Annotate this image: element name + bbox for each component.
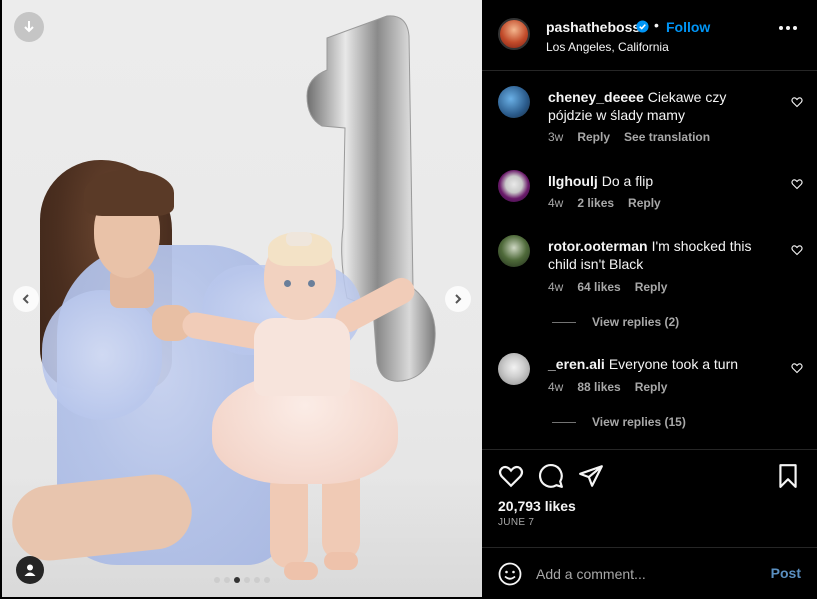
- commenter-avatar[interactable]: [498, 170, 530, 202]
- heart-icon[interactable]: [498, 463, 524, 489]
- comment-likes[interactable]: 64 likes: [577, 280, 620, 294]
- chevron-left-icon: [22, 294, 29, 304]
- carousel-dot: [224, 577, 230, 583]
- share-icon[interactable]: [578, 463, 604, 489]
- user-tags-button[interactable]: [16, 556, 44, 584]
- post-side-panel: pashatheboss • Follow Los Angeles, Calif…: [482, 0, 817, 599]
- comment-username[interactable]: cheney_deeee: [548, 89, 644, 105]
- comment-meta: 4w 64 likes Reply: [548, 280, 667, 294]
- carousel-dot: [254, 577, 260, 583]
- comment-time: 4w: [548, 380, 564, 394]
- baby-foot-left: [284, 562, 318, 580]
- author-avatar[interactable]: [498, 18, 530, 50]
- carousel-dot: [264, 577, 270, 583]
- heart-icon[interactable]: [791, 178, 803, 190]
- comment-username[interactable]: rotor.ooterman: [548, 238, 648, 254]
- header-separator: •: [654, 17, 659, 33]
- post-actions: 20,793 likes JUNE 7: [482, 449, 817, 546]
- bookmark-icon[interactable]: [775, 463, 801, 489]
- comment-text-block: cheney_deeee Ciekawe czy pójdzie w ślady …: [548, 88, 774, 124]
- replies-divider-line: [552, 421, 576, 423]
- post-photo[interactable]: [2, 0, 482, 597]
- carousel-next-button[interactable]: [445, 286, 471, 312]
- author-username[interactable]: pashatheboss: [546, 19, 640, 35]
- reply-button[interactable]: Reply: [635, 380, 668, 394]
- follow-button[interactable]: Follow: [666, 19, 710, 35]
- view-replies-label: View replies (2): [592, 315, 680, 329]
- comment-text-block: _eren.ali Everyone took a turn: [548, 355, 774, 373]
- download-icon: [24, 21, 34, 33]
- commenter-avatar[interactable]: [498, 86, 530, 118]
- comment-time: 3w: [548, 130, 564, 144]
- reply-button[interactable]: Reply: [628, 196, 661, 210]
- comment-icon[interactable]: [538, 463, 564, 489]
- comment-username[interactable]: _eren.ali: [548, 356, 605, 372]
- post-date: JUNE 7: [498, 517, 535, 528]
- commenter-avatar[interactable]: [498, 353, 530, 385]
- post-comment-button[interactable]: Post: [771, 565, 801, 581]
- baby-eye-right: [308, 280, 315, 287]
- more-options-icon[interactable]: [779, 26, 797, 30]
- comment-input[interactable]: [536, 562, 756, 586]
- comments-list[interactable]: cheney_deeee Ciekawe czy pójdzie w ślady …: [482, 72, 817, 448]
- heart-icon[interactable]: [791, 96, 803, 108]
- comment-meta: 4w 2 likes Reply: [548, 196, 661, 210]
- comment-text: Do a flip: [601, 173, 654, 189]
- add-comment-bar: Post: [482, 547, 817, 599]
- baby-eye-left: [284, 280, 291, 287]
- baby-bow: [286, 232, 312, 246]
- comment-text: Everyone took a turn: [608, 356, 739, 372]
- carousel-prev-button[interactable]: [13, 286, 39, 312]
- carousel-dot: [244, 577, 250, 583]
- baby-foot-right: [324, 552, 358, 570]
- emoji-icon[interactable]: [498, 562, 522, 586]
- view-replies-button[interactable]: View replies (15): [552, 415, 686, 429]
- reply-button[interactable]: Reply: [577, 130, 610, 144]
- download-button[interactable]: [14, 12, 44, 42]
- comment-username[interactable]: llghoulj: [548, 173, 598, 189]
- comment-time: 4w: [548, 196, 564, 210]
- post-location[interactable]: Los Angeles, California: [546, 40, 669, 54]
- woman-bangs: [84, 170, 174, 216]
- heart-icon[interactable]: [791, 244, 803, 256]
- comment-meta: 4w 88 likes Reply: [548, 380, 667, 394]
- comment-likes[interactable]: 2 likes: [577, 196, 614, 210]
- carousel-dot: [214, 577, 220, 583]
- view-replies-label: View replies (15): [592, 415, 686, 429]
- replies-divider-line: [552, 321, 576, 323]
- comment-time: 4w: [548, 280, 564, 294]
- comment-meta: 3w Reply See translation: [548, 130, 710, 144]
- view-replies-button[interactable]: View replies (2): [552, 315, 679, 329]
- reply-button[interactable]: Reply: [635, 280, 668, 294]
- carousel-indicator: [214, 577, 270, 583]
- comment-text-block: llghoulj Do a flip: [548, 172, 774, 190]
- commenter-avatar[interactable]: [498, 235, 530, 267]
- user-tag-icon: [24, 564, 36, 576]
- see-translation-button[interactable]: See translation: [624, 130, 710, 144]
- comment-likes[interactable]: 88 likes: [577, 380, 620, 394]
- baby-top: [254, 318, 350, 396]
- comment-text-block: rotor.ooterman I'm shocked this child isn…: [548, 237, 774, 273]
- heart-icon[interactable]: [791, 362, 803, 374]
- verified-badge-icon: [636, 20, 649, 33]
- post-header: pashatheboss • Follow Los Angeles, Calif…: [482, 0, 817, 71]
- chevron-right-icon: [455, 294, 462, 304]
- woman-sleeve-left: [42, 290, 162, 420]
- likes-count[interactable]: 20,793 likes: [498, 498, 576, 514]
- carousel-dot: [234, 577, 240, 583]
